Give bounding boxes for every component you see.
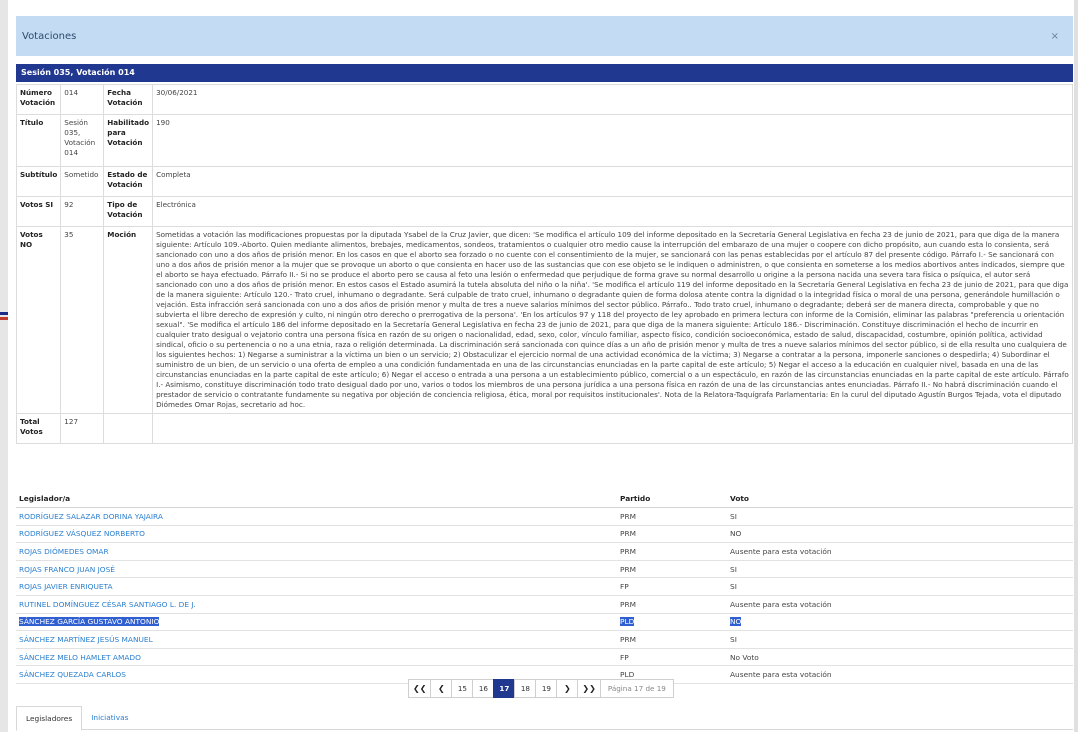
- vote-cell: NO: [730, 529, 742, 539]
- fecha-value: 30/06/2021: [152, 84, 1073, 115]
- votos-no-label: Votos NO: [15, 226, 62, 414]
- next-page-button[interactable]: ❯: [556, 679, 579, 698]
- session-title-bar: Sesión 035, Votación 014: [16, 64, 1073, 82]
- page-16-button[interactable]: 16: [472, 679, 495, 698]
- party-cell: FP: [620, 652, 629, 662]
- legislator-link[interactable]: SÁNCHEZ GARCÍA GUSTAVO ANTONIO: [19, 617, 160, 627]
- header-voto: Voto: [730, 494, 750, 503]
- prev-page-button[interactable]: ❮: [430, 679, 453, 698]
- close-button[interactable]: ×: [1051, 31, 1059, 42]
- table-row: SÁNCHEZ MARTÍNEZ JESÚS MANUEL PRM SI: [16, 631, 1073, 649]
- estado-value: Completa: [152, 166, 1073, 197]
- votos-si-label: Votos SI: [15, 196, 62, 227]
- background-page-edge: [0, 0, 8, 732]
- table-row: RODRÍGUEZ SALAZAR DORINA YAJAIRA PRM SI: [16, 508, 1073, 526]
- subtitulo-value: Sometido: [60, 166, 105, 197]
- habilitado-label: Habilitado para Votación: [103, 114, 154, 167]
- legislator-link[interactable]: SÁNCHEZ MELO HAMLET AMADO: [19, 653, 141, 662]
- legislator-link[interactable]: RUTINEL DOMÍNGUEZ CÉSAR SANTIAGO L. DE J…: [19, 600, 196, 609]
- last-page-button[interactable]: ❯❯: [577, 679, 601, 698]
- fecha-label: Fecha Votación: [103, 84, 154, 115]
- votos-si-value: 92: [60, 196, 105, 227]
- party-cell: FP: [620, 582, 629, 592]
- legislator-link[interactable]: RODRÍGUEZ VÁSQUEZ NORBERTO: [19, 529, 145, 538]
- numero-value: 014: [60, 84, 105, 115]
- scrollbar-track[interactable]: [1074, 0, 1078, 732]
- legislator-link[interactable]: ROJAS DIÓMEDES OMAR: [19, 547, 109, 556]
- votaciones-modal: Votaciones × Sesión 035, Votación 014 Nú…: [15, 16, 1073, 732]
- party-cell: PRM: [620, 529, 636, 539]
- background-mark: [0, 317, 8, 320]
- numero-label: Número Votación: [15, 84, 62, 115]
- party-cell: PRM: [620, 599, 636, 609]
- estado-label: Estado de Votación: [103, 166, 154, 197]
- table-row: ROJAS JAVIER ENRIQUETA FP SI: [16, 578, 1073, 596]
- vote-cell: NO: [730, 617, 742, 627]
- page-15-button[interactable]: 15: [451, 679, 474, 698]
- party-cell: PRM: [620, 511, 636, 521]
- party-cell: PLD: [620, 617, 635, 627]
- table-row: RODRÍGUEZ VÁSQUEZ NORBERTO PRM NO: [16, 526, 1073, 544]
- legislator-vote-list: Legislador/a Partido Voto RODRÍGUEZ SALA…: [16, 490, 1073, 684]
- titulo-value: Sesión 035, Votación 014: [60, 114, 105, 167]
- table-row-selected: SÁNCHEZ GARCÍA GUSTAVO ANTONIO PLD NO: [16, 614, 1073, 632]
- votos-no-value: 35: [60, 226, 105, 414]
- modal-header: Votaciones ×: [16, 16, 1073, 56]
- tab-legisladores[interactable]: Legisladores: [16, 706, 83, 731]
- table-row: ROJAS DIÓMEDES OMAR PRM Ausente para esta …: [16, 543, 1073, 561]
- vote-cell: SI: [730, 634, 737, 644]
- legislator-link[interactable]: SÁNCHEZ QUEZADA CARLOS: [19, 670, 126, 679]
- page-17-button-current[interactable]: 17: [493, 679, 516, 698]
- total-votos-label: Total Votos: [15, 413, 62, 444]
- vote-cell: SI: [730, 511, 737, 521]
- tipo-value: Electrónica: [152, 196, 1073, 227]
- party-cell: PLD: [620, 670, 635, 680]
- subtitulo-label: Subtítulo: [15, 166, 62, 197]
- legislator-link[interactable]: ROJAS JAVIER ENRIQUETA: [19, 582, 113, 591]
- vote-cell: SI: [730, 582, 737, 592]
- titulo-label: Título: [15, 114, 62, 167]
- bottom-tabs: Legisladores Iniciativas: [16, 706, 1073, 731]
- vote-cell: Ausente para esta votación: [730, 599, 832, 609]
- table-row: SÁNCHEZ MELO HAMLET AMADO FP No Voto: [16, 649, 1073, 667]
- table-row: ROJAS FRANCO JUAN JOSÉ PRM SI: [16, 561, 1073, 579]
- empty-cell: [152, 413, 1073, 444]
- page-19-button[interactable]: 19: [535, 679, 558, 698]
- vote-cell: No Voto: [730, 652, 759, 662]
- party-cell: PRM: [620, 564, 636, 574]
- habilitado-value: 190: [152, 114, 1073, 167]
- legislator-link[interactable]: SÁNCHEZ MARTÍNEZ JESÚS MANUEL: [19, 635, 153, 644]
- page-info: Página 17 de 19: [599, 679, 674, 698]
- list-body: RODRÍGUEZ SALAZAR DORINA YAJAIRA PRM SI RO…: [16, 508, 1073, 684]
- background-mark: [0, 312, 8, 315]
- vote-detail-table: Número Votación 014 Fecha Votación 30/06…: [15, 84, 1073, 444]
- mocion-label: Moción: [103, 226, 154, 414]
- list-header: Legislador/a Partido Voto: [16, 490, 1073, 508]
- first-page-button[interactable]: ❮❮: [408, 679, 432, 698]
- legislator-link[interactable]: RODRÍGUEZ SALAZAR DORINA YAJAIRA: [19, 512, 163, 521]
- header-legislador: Legislador/a: [19, 494, 71, 503]
- empty-cell: [103, 413, 154, 444]
- total-votos-value: 127: [60, 413, 105, 444]
- modal-title: Votaciones: [22, 30, 77, 42]
- tipo-label: Tipo de Votación: [103, 196, 154, 227]
- page-18-button[interactable]: 18: [514, 679, 537, 698]
- legislator-link[interactable]: ROJAS FRANCO JUAN JOSÉ: [19, 565, 115, 574]
- tab-iniciativas[interactable]: Iniciativas: [82, 706, 137, 729]
- mocion-text: Sometidas a votación las modificaciones …: [152, 226, 1073, 414]
- table-row: RUTINEL DOMÍNGUEZ CÉSAR SANTIAGO L. DE J…: [16, 596, 1073, 614]
- party-cell: PRM: [620, 546, 636, 556]
- vote-cell: Ausente para esta votación: [730, 670, 832, 680]
- party-cell: PRM: [620, 634, 636, 644]
- vote-cell: SI: [730, 564, 737, 574]
- vote-cell: Ausente para esta votación: [730, 546, 832, 556]
- pagination: ❮❮ ❮ 15 16 17 18 19 ❯ ❯❯ Página 17 de 19: [408, 679, 674, 698]
- header-partido: Partido: [620, 494, 651, 503]
